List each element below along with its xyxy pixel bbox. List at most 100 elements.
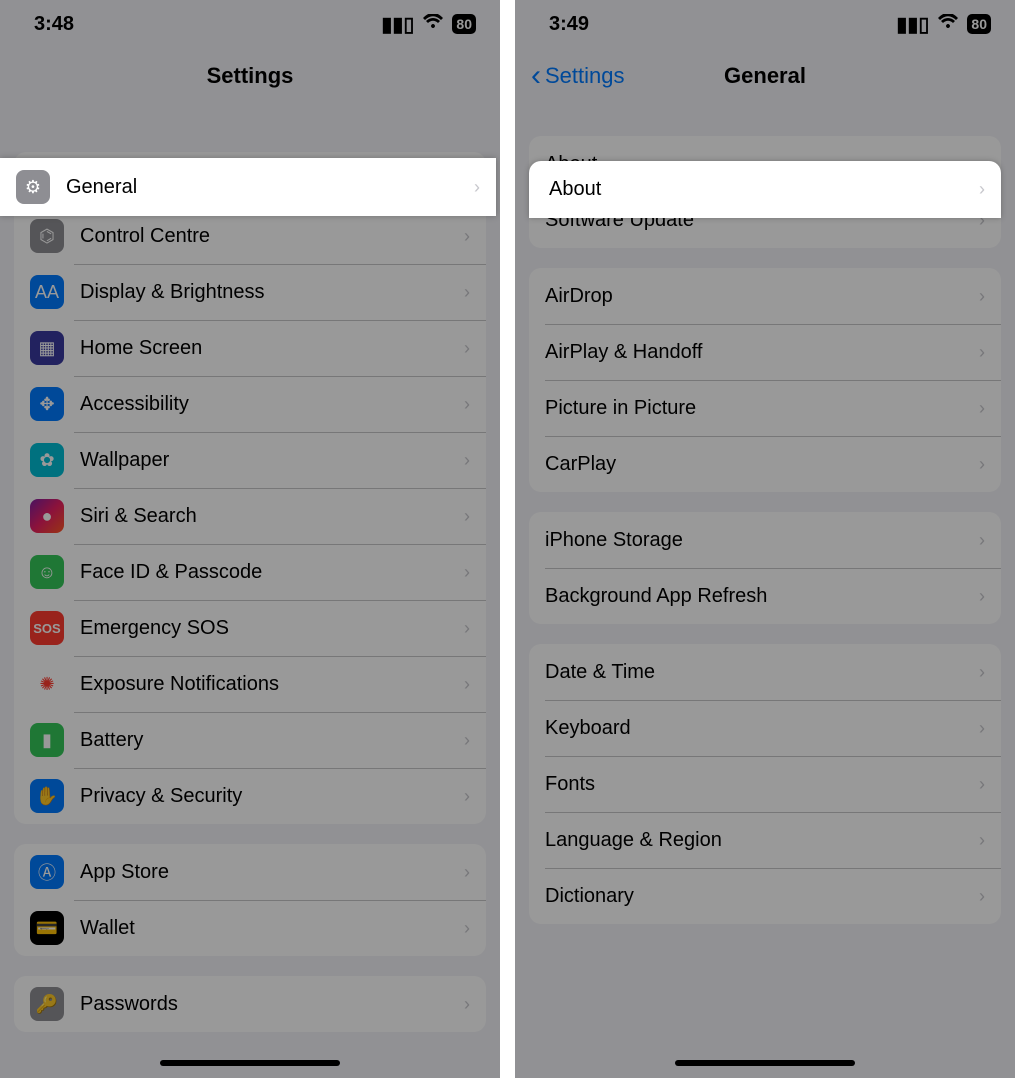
settings-row-label: Wallpaper	[80, 449, 464, 472]
general-row[interactable]: Date & Time›	[529, 644, 1001, 700]
chevron-right-icon: ›	[464, 562, 470, 583]
settings-row[interactable]: ✿Wallpaper›	[14, 432, 486, 488]
chevron-right-icon: ›	[464, 786, 470, 807]
settings-row-label: Emergency SOS	[80, 617, 464, 640]
settings-row-label: General	[66, 176, 474, 199]
gear-icon: ⚙	[16, 170, 50, 204]
settings-row-label: Control Centre	[80, 225, 464, 248]
general-row-about-highlighted[interactable]: About ›	[529, 161, 1001, 218]
settings-row[interactable]: ●Siri & Search›	[14, 488, 486, 544]
status-time: 3:48	[34, 13, 74, 36]
general-row[interactable]: Fonts›	[529, 756, 1001, 812]
general-row-label: Keyboard	[545, 717, 979, 740]
general-row[interactable]: AirDrop›	[529, 268, 1001, 324]
nav-header: ‹ Settings General	[515, 48, 1015, 104]
settings-group: ⒶApp Store› 💳 Wallet›	[14, 844, 486, 956]
general-row[interactable]: Keyboard›	[529, 700, 1001, 756]
flower-icon: ✿	[30, 443, 64, 477]
settings-row-label: Privacy & Security	[80, 785, 464, 808]
chevron-right-icon: ›	[464, 226, 470, 247]
home-indicator[interactable]	[160, 1060, 340, 1066]
general-row[interactable]: Language & Region›	[529, 812, 1001, 868]
general-row-label: iPhone Storage	[545, 529, 979, 552]
chevron-right-icon: ›	[979, 530, 985, 551]
chevron-right-icon: ›	[979, 342, 985, 363]
chevron-right-icon: ›	[464, 674, 470, 695]
accessibility-icon: ✥	[30, 387, 64, 421]
wifi-icon	[937, 13, 959, 36]
general-row-label: About	[545, 178, 979, 201]
settings-row[interactable]: ▦Home Screen›	[14, 320, 486, 376]
chevron-right-icon: ›	[464, 918, 470, 939]
wifi-icon	[422, 13, 444, 36]
general-group: iPhone Storage›Background App Refresh›	[529, 512, 1001, 624]
wallet-icon: 💳	[30, 911, 64, 945]
settings-row[interactable]: ⒶApp Store›	[14, 844, 486, 900]
chevron-right-icon: ›	[979, 830, 985, 851]
cellular-icon: ▮▮▯	[381, 12, 414, 37]
general-row-label: CarPlay	[545, 453, 979, 476]
general-row[interactable]: iPhone Storage›	[529, 512, 1001, 568]
settings-row[interactable]: 🔑Passwords›	[14, 976, 486, 1032]
general-row[interactable]: AirPlay & Handoff›	[529, 324, 1001, 380]
chevron-right-icon: ›	[979, 886, 985, 907]
general-row[interactable]: Background App Refresh›	[529, 568, 1001, 624]
chevron-right-icon: ›	[979, 454, 985, 475]
nav-header: Settings	[0, 48, 500, 104]
settings-row[interactable]: AADisplay & Brightness›	[14, 264, 486, 320]
general-row-label: AirPlay & Handoff	[545, 341, 979, 364]
chevron-right-icon: ›	[464, 618, 470, 639]
settings-row[interactable]: SOS Emergency SOS›	[14, 600, 486, 656]
general-group: Date & Time›Keyboard›Fonts›Language & Re…	[529, 644, 1001, 924]
grid-icon: ▦	[30, 331, 64, 365]
virus-icon: ✺	[30, 667, 64, 701]
settings-row[interactable]: ▮ Battery›	[14, 712, 486, 768]
general-row[interactable]: Dictionary›	[529, 868, 1001, 924]
settings-row-label: Face ID & Passcode	[80, 561, 464, 584]
general-row-label: Language & Region	[545, 829, 979, 852]
cellular-icon: ▮▮▯	[896, 12, 929, 37]
chevron-right-icon: ›	[979, 662, 985, 683]
chevron-right-icon: ›	[979, 179, 985, 200]
settings-screen: 3:48 ▮▮▯ 80 Settings ⚙General›⌬Control C…	[0, 0, 500, 1078]
chevron-right-icon: ›	[979, 774, 985, 795]
status-bar: 3:48 ▮▮▯ 80	[0, 0, 500, 48]
settings-row[interactable]: ✺ Exposure Notifications›	[14, 656, 486, 712]
battery-indicator: 80	[967, 14, 991, 34]
settings-row-general-highlighted[interactable]: ⚙ General ›	[0, 158, 496, 216]
battery-indicator: 80	[452, 14, 476, 34]
general-group: AirDrop›AirPlay & Handoff›Picture in Pic…	[529, 268, 1001, 492]
sos-icon: SOS	[30, 611, 64, 645]
general-row-label: Picture in Picture	[545, 397, 979, 420]
general-row-label: Fonts	[545, 773, 979, 796]
settings-row[interactable]: 💳 Wallet›	[14, 900, 486, 956]
settings-row-label: App Store	[80, 861, 464, 884]
settings-row-label: Battery	[80, 729, 464, 752]
settings-row[interactable]: ☺Face ID & Passcode›	[14, 544, 486, 600]
key-icon: 🔑	[30, 987, 64, 1021]
settings-row[interactable]: ✥Accessibility›	[14, 376, 486, 432]
settings-row-label: Exposure Notifications	[80, 673, 464, 696]
status-bar: 3:49 ▮▮▯ 80	[515, 0, 1015, 48]
settings-row-label: Siri & Search	[80, 505, 464, 528]
chevron-right-icon: ›	[464, 730, 470, 751]
settings-row-label: Display & Brightness	[80, 281, 464, 304]
settings-row-label: Wallet	[80, 917, 464, 940]
settings-row[interactable]: ⌬Control Centre›	[14, 208, 486, 264]
chevron-right-icon: ›	[979, 718, 985, 739]
settings-group: 🔑Passwords›	[14, 976, 486, 1032]
general-row[interactable]: CarPlay›	[529, 436, 1001, 492]
home-indicator[interactable]	[675, 1060, 855, 1066]
hand-icon: ✋	[30, 779, 64, 813]
general-row-label: Dictionary	[545, 885, 979, 908]
chevron-right-icon: ›	[979, 398, 985, 419]
chevron-right-icon: ›	[979, 586, 985, 607]
back-button[interactable]: ‹ Settings	[531, 63, 625, 89]
page-title: General	[724, 63, 806, 89]
settings-row-label: Passwords	[80, 993, 464, 1016]
settings-row[interactable]: ✋ Privacy & Security›	[14, 768, 486, 824]
textsize-icon: AA	[30, 275, 64, 309]
general-row[interactable]: Picture in Picture›	[529, 380, 1001, 436]
battery-icon: ▮	[30, 723, 64, 757]
settings-group: ⚙General›⌬Control Centre›AADisplay & Bri…	[14, 152, 486, 824]
